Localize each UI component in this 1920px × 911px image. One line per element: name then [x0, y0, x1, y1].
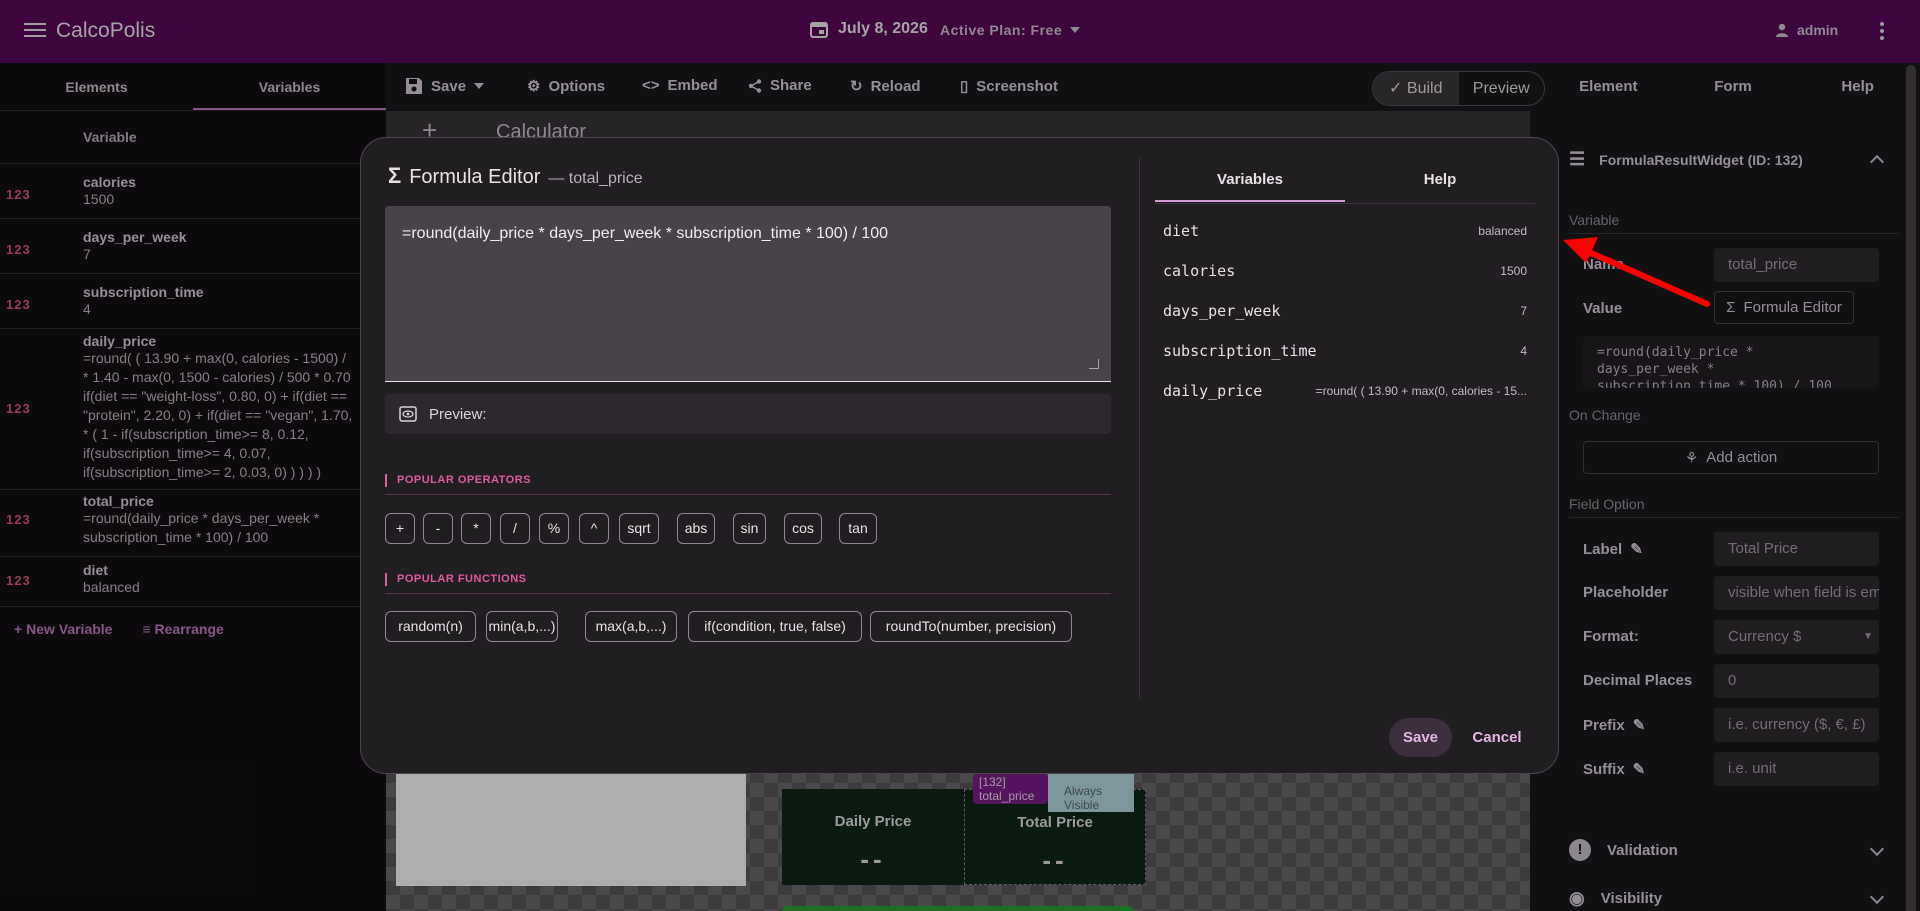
arrow-shaft: [1579, 246, 1710, 307]
arrow-head: [1563, 237, 1598, 263]
annotation-arrow: [1563, 237, 1710, 307]
